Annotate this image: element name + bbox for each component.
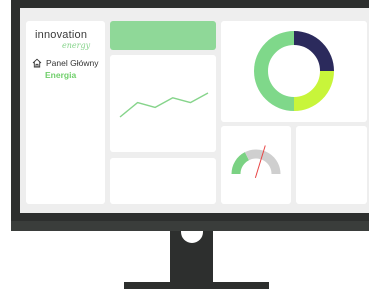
green-header-card [110, 21, 216, 50]
gauge-fill [231, 152, 250, 175]
stand-base [124, 282, 269, 289]
empty-card [296, 126, 367, 204]
monitor-screen: innovation energy Panel Główny Energia [20, 8, 369, 213]
donut-chart-card [221, 21, 367, 122]
nav-item-label: Panel Główny [46, 58, 99, 68]
bottom-card [110, 158, 216, 204]
gauge-chart [231, 145, 281, 179]
donut-chart [254, 31, 334, 111]
sidebar: innovation energy Panel Główny Energia [26, 21, 105, 204]
nav-subitem-energia[interactable]: Energia [45, 70, 76, 80]
donut-segment-lime [293, 70, 334, 111]
line-series [119, 92, 209, 118]
nav-item-panel-glowny[interactable]: Panel Główny [32, 57, 107, 69]
donut-segment-green [254, 31, 295, 111]
line-chart [119, 92, 209, 118]
gauge-card [221, 126, 291, 204]
logo-text: innovation [35, 29, 88, 41]
line-chart-card [110, 55, 216, 152]
monitor-bezel [11, 221, 369, 231]
home-icon [32, 58, 42, 68]
logo-subtext: energy [62, 41, 91, 50]
donut-segment-navy [293, 31, 334, 72]
